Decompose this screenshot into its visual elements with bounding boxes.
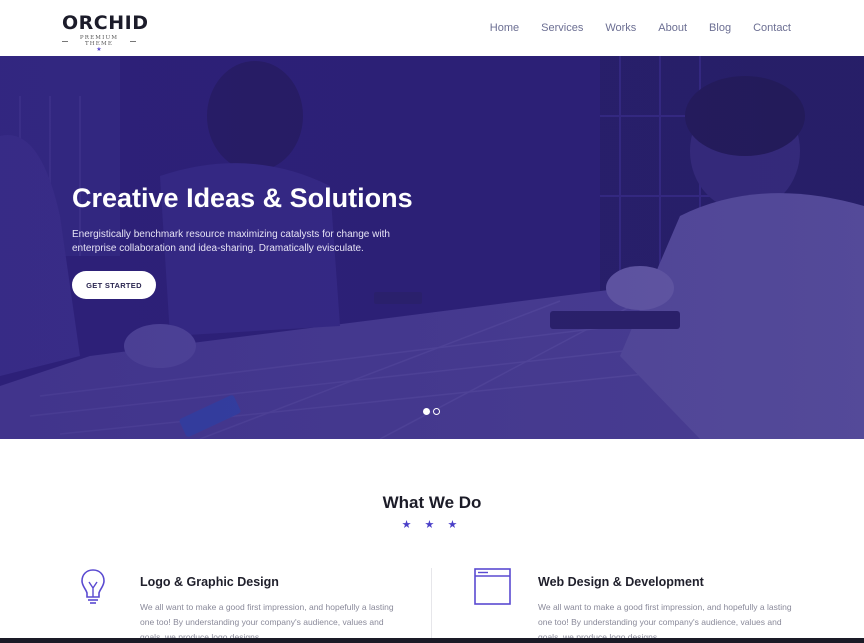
nav-contact[interactable]: Contact bbox=[753, 21, 791, 35]
logo-title: ORCHID bbox=[62, 12, 149, 34]
nav-about[interactable]: About bbox=[658, 21, 687, 35]
service-text: We all want to make a good first impress… bbox=[538, 602, 792, 642]
slider-dots bbox=[423, 408, 440, 415]
service-web-design: Web Design & Development We all want to … bbox=[474, 566, 804, 643]
hero-title: Creative Ideas & Solutions bbox=[72, 183, 413, 213]
service-title: Logo & Graphic Design bbox=[140, 575, 279, 589]
hero-text: Energistically benchmark resource maximi… bbox=[72, 229, 390, 254]
section-title: What We Do bbox=[382, 493, 482, 512]
nav-home[interactable]: Home bbox=[490, 21, 519, 35]
page: ORCHID PREMIUM THEME ★ Home Services Wor… bbox=[0, 0, 864, 643]
logo-subtitle: PREMIUM THEME bbox=[79, 35, 119, 47]
hero-content: Creative Ideas & Solutions Energisticall… bbox=[72, 182, 472, 256]
slider-dot-1[interactable] bbox=[423, 408, 430, 415]
lightbulb-icon bbox=[81, 569, 105, 604]
nav-blog[interactable]: Blog bbox=[709, 21, 731, 35]
window-bottom-edge bbox=[0, 638, 864, 643]
nav-services[interactable]: Services bbox=[541, 21, 583, 35]
nav-works[interactable]: Works bbox=[605, 21, 636, 35]
service-divider bbox=[431, 568, 432, 643]
slider-dot-2[interactable] bbox=[433, 408, 440, 415]
site-header: ORCHID PREMIUM THEME ★ Home Services Wor… bbox=[0, 0, 864, 56]
service-logo-design: Logo & Graphic Design We all want to mak… bbox=[80, 566, 410, 643]
service-text: We all want to make a good first impress… bbox=[140, 602, 394, 642]
logo-rule-left bbox=[62, 40, 69, 42]
logo-rule-right bbox=[129, 40, 137, 42]
logo-subtitle-row: PREMIUM THEME bbox=[62, 35, 137, 47]
main-nav: Home Services Works About Blog Contact bbox=[490, 21, 791, 35]
browser-window-icon bbox=[474, 568, 511, 605]
get-started-button[interactable]: GET STARTED bbox=[72, 271, 156, 299]
service-title: Web Design & Development bbox=[538, 575, 704, 589]
hero-slider: Creative Ideas & Solutions Energisticall… bbox=[0, 56, 864, 439]
stars-divider-icon: ★ ★ ★ bbox=[401, 519, 463, 531]
logo-star-icon: ★ bbox=[96, 47, 102, 53]
logo[interactable]: ORCHID PREMIUM THEME ★ bbox=[62, 12, 149, 53]
